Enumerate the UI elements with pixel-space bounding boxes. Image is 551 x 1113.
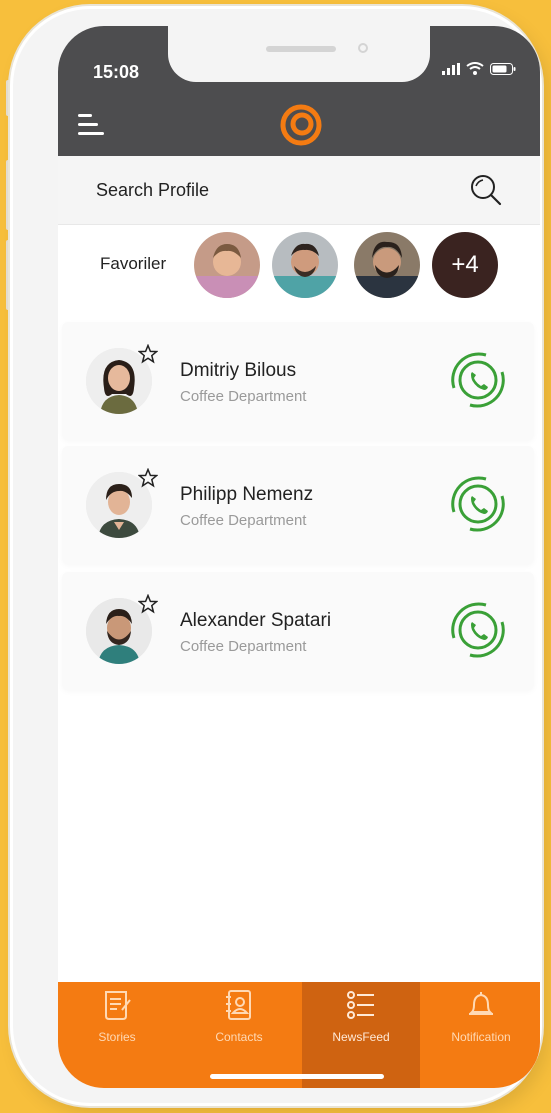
battery-icon [490, 62, 516, 75]
app-logo-icon [280, 104, 322, 146]
tab-contacts[interactable]: Contacts [180, 982, 298, 1088]
tab-label: Stories [98, 1030, 136, 1044]
contact-department: Coffee Department [180, 638, 307, 655]
contact-card[interactable]: Dmitriy Bilous Coffee Department [62, 322, 534, 440]
status-icons [442, 62, 516, 75]
contacts-icon [226, 990, 251, 1020]
avatar [194, 232, 260, 298]
star-icon[interactable] [138, 344, 158, 364]
app-header: 15:08 [58, 26, 540, 156]
app-screen: 15:08 Search Profile Favoriler +4 Dmitri… [58, 26, 540, 1088]
tab-label: Notification [451, 1030, 511, 1044]
favorite-avatar[interactable] [354, 232, 420, 298]
search-bar [58, 156, 540, 225]
status-time: 15:08 [93, 62, 140, 82]
search-icon[interactable] [468, 172, 504, 208]
tab-label: NewsFeed [332, 1030, 390, 1044]
menu-icon[interactable] [78, 112, 104, 138]
favorite-avatar[interactable] [272, 232, 338, 298]
phone-call-icon[interactable] [446, 348, 510, 412]
favorites-label: Favoriler [100, 254, 167, 273]
phone-frame: 15:08 Search Profile Favoriler +4 Dmitri… [10, 6, 542, 1106]
contact-name: Dmitriy Bilous [180, 360, 297, 381]
speaker [266, 46, 336, 52]
contact-department: Coffee Department [180, 512, 307, 529]
tab-stories[interactable]: Stories [58, 982, 176, 1088]
tab-notification[interactable]: Notification [422, 982, 540, 1088]
camera [358, 43, 368, 53]
star-icon[interactable] [138, 594, 158, 614]
phone-call-icon[interactable] [446, 472, 510, 536]
wifi-icon [466, 62, 484, 75]
star-icon[interactable] [138, 468, 158, 488]
favorite-avatar[interactable] [194, 232, 260, 298]
home-indicator [210, 1074, 384, 1079]
notch [168, 26, 430, 82]
tab-newsfeed[interactable]: NewsFeed [302, 982, 420, 1088]
phone-call-icon[interactable] [446, 598, 510, 662]
bottom-tab-bar: Stories Contacts NewsFeed Notification [58, 982, 540, 1088]
signal-icon [442, 62, 460, 75]
favorites-more-button[interactable]: +4 [432, 232, 498, 298]
contact-card[interactable]: Philipp Nemenz Coffee Department [62, 446, 534, 564]
contact-name: Alexander Spatari [180, 610, 332, 631]
contact-name: Philipp Nemenz [180, 484, 314, 505]
avatar [272, 232, 338, 298]
search-input[interactable] [96, 176, 426, 204]
newsfeed-icon [347, 991, 374, 1019]
stories-icon [105, 991, 131, 1020]
tab-label: Contacts [215, 1030, 263, 1044]
contact-card[interactable]: Alexander Spatari Coffee Department [62, 572, 534, 690]
contact-department: Coffee Department [180, 388, 307, 405]
bell-icon [469, 992, 493, 1015]
avatar [354, 232, 420, 298]
